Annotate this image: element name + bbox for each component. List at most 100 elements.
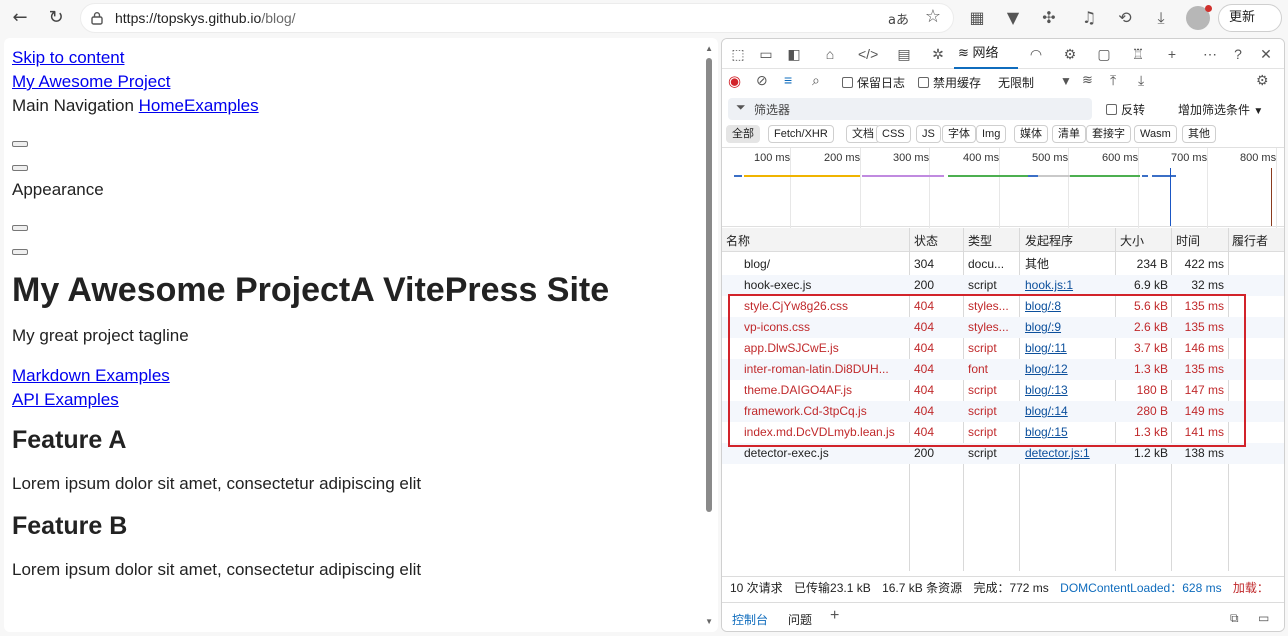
column-header[interactable]: 名称 <box>726 232 750 255</box>
extension-tab-icon[interactable]: ♖ <box>1128 44 1148 64</box>
read-aloud-icon[interactable]: aあ <box>888 9 909 28</box>
sources-bug-icon[interactable]: ✲ <box>928 44 948 64</box>
request-row[interactable]: blog/304 docu... 其他 234 B 422 ms <box>722 254 1284 275</box>
help-icon[interactable]: ? <box>1228 44 1248 64</box>
export-har-icon[interactable]: ⤓ <box>1138 72 1144 89</box>
favorite-star-icon[interactable]: ☆ <box>925 6 941 27</box>
column-header[interactable]: 类型 <box>968 232 992 255</box>
filter-toggle-icon[interactable]: ≡ <box>784 72 792 88</box>
skip-to-content-link[interactable]: Skip to content <box>12 48 124 67</box>
filter-type-button[interactable]: 字体 <box>942 125 976 143</box>
favorites-icon[interactable]: ♫ <box>1078 7 1100 29</box>
filter-input[interactable]: ⏷ 筛选器 <box>728 98 1092 120</box>
extension-grid-icon[interactable]: ▦ <box>966 7 988 29</box>
preserve-log-checkbox[interactable]: 保留日志 <box>842 74 905 91</box>
extensions-puzzle-icon[interactable]: ✣ <box>1038 7 1060 29</box>
extension-v-icon[interactable]: ▼ <box>1002 7 1024 29</box>
site-title-link[interactable]: My Awesome Project <box>12 72 170 91</box>
filter-type-button[interactable]: Fetch/XHR <box>768 125 834 143</box>
filter-type-button[interactable]: Img <box>976 125 1007 143</box>
inspect-icon[interactable]: ⬚ <box>728 44 748 64</box>
filter-type-button[interactable]: 套接字 <box>1086 125 1131 143</box>
filter-type-button[interactable]: 媒体 <box>1014 125 1048 143</box>
extra-button-stub[interactable] <box>12 249 28 255</box>
browser-toolbar: ← ↻ https://topskys.github.io/blog/ aあ ☆… <box>0 0 1288 36</box>
nav-home-link[interactable]: Home <box>139 96 184 115</box>
site-info-icon[interactable] <box>90 11 104 25</box>
memory-icon[interactable]: ⚙ <box>1060 44 1080 64</box>
nav-examples-link[interactable]: Examples <box>184 96 259 115</box>
chevron-down-icon[interactable]: ▼ <box>1060 74 1072 88</box>
elements-code-icon[interactable]: </> <box>858 44 878 64</box>
summary-resources: 16.7 kB 条资源 <box>882 581 963 595</box>
clear-icon[interactable]: ⊘ <box>756 72 768 89</box>
filter-type-button[interactable]: Wasm <box>1134 125 1177 143</box>
request-row[interactable]: hook-exec.js 200 script hook.js:1 6.9 kB 32 m… <box>722 275 1284 296</box>
scroll-down-arrow-icon[interactable]: ▼ <box>705 617 713 626</box>
filter-type-button[interactable]: 文档 <box>846 125 880 143</box>
filter-type-button[interactable]: CSS <box>876 125 911 143</box>
address-bar[interactable]: https://topskys.github.io/blog/ aあ ☆ <box>80 3 954 33</box>
request-initiator[interactable]: hook.js:1 <box>1025 275 1115 296</box>
filter-type-button[interactable]: 全部 <box>726 125 760 143</box>
checkbox-icon <box>1106 104 1117 115</box>
search-button-stub[interactable] <box>12 141 28 147</box>
column-header[interactable]: 状态 <box>914 232 938 255</box>
add-drawer-tab-icon[interactable]: + <box>830 607 839 625</box>
welcome-home-icon[interactable]: ⌂ <box>820 44 840 64</box>
record-icon[interactable]: ◉ <box>728 72 741 90</box>
import-har-icon[interactable]: ⤒ <box>1110 72 1116 89</box>
dock-sidebar-icon[interactable]: ◧ <box>784 44 804 64</box>
appearance-label: Appearance <box>12 180 104 199</box>
column-header[interactable]: 履行者 <box>1232 232 1268 255</box>
appearance-toggle-stub[interactable] <box>12 225 28 231</box>
close-devtools-icon[interactable]: ✕ <box>1256 44 1276 64</box>
history-icon[interactable]: ⟲ <box>1114 7 1136 29</box>
scroll-up-arrow-icon[interactable]: ▲ <box>705 44 713 53</box>
drawer-tab-console[interactable]: 控制台 <box>732 611 768 631</box>
markdown-examples-link[interactable]: Markdown Examples <box>12 366 170 385</box>
performance-icon[interactable]: ◠ <box>1026 44 1046 64</box>
collapse-drawer-icon[interactable]: ▭ <box>1258 611 1269 625</box>
timeline-request-bar <box>1028 175 1038 177</box>
network-overview-timeline[interactable]: 100 ms 200 ms 300 ms 400 ms 500 ms 600 ms 700 … <box>722 147 1284 228</box>
menu-button-stub[interactable] <box>12 165 28 171</box>
column-header[interactable]: 大小 <box>1120 232 1144 255</box>
back-arrow-icon[interactable]: ← <box>8 6 32 30</box>
timeline-tick-label: 300 ms <box>893 152 930 164</box>
tab-network[interactable]: ≋ 网络 <box>954 39 1018 69</box>
update-button[interactable]: 更新 <box>1218 4 1282 32</box>
feature-a-text: Lorem ipsum dolor sit amet, consectetur … <box>12 474 422 493</box>
throttle-select[interactable]: 无限制 <box>998 74 1034 91</box>
invert-checkbox[interactable]: 反转 <box>1106 101 1145 118</box>
undock-drawer-icon[interactable]: ⧉ <box>1230 611 1239 626</box>
filter-type-button[interactable]: 其他 <box>1182 125 1216 143</box>
request-name: blog/ <box>744 257 771 271</box>
downloads-icon[interactable]: ⤓ <box>1150 7 1172 29</box>
api-examples-link[interactable]: API Examples <box>12 390 119 409</box>
request-status: 304 <box>914 257 935 271</box>
refresh-icon[interactable]: ↻ <box>44 6 68 30</box>
console-icon[interactable]: ▤ <box>894 44 914 64</box>
add-tool-icon[interactable]: + <box>1162 44 1182 64</box>
timeline-tick-label: 700 ms <box>1171 152 1208 164</box>
network-settings-gear-icon[interactable]: ⚙ <box>1256 72 1269 89</box>
column-header[interactable]: 时间 <box>1176 232 1200 255</box>
more-options-icon[interactable]: ⋯ <box>1200 44 1220 64</box>
search-icon[interactable]: ⌕ <box>812 72 820 89</box>
application-icon[interactable]: ▢ <box>1094 44 1114 64</box>
timeline-request-bar <box>1070 175 1140 177</box>
timeline-gridline <box>1138 148 1139 228</box>
request-table-header: 名称 状态 类型 发起程序 大小 时间 履行者 <box>722 228 1284 255</box>
filter-type-button[interactable]: JS <box>916 125 941 143</box>
page-scrollbar[interactable] <box>706 58 712 512</box>
disable-cache-checkbox[interactable]: 禁用缓存 <box>918 74 981 91</box>
column-header[interactable]: 发起程序 <box>1025 232 1073 255</box>
feature-a-title: Feature A <box>12 426 127 454</box>
drawer-tab-issues[interactable]: 问题 <box>788 611 812 628</box>
network-conditions-icon[interactable]: ≋ <box>1082 72 1093 88</box>
more-filters-dropdown[interactable]: 增加筛选条件 ▼ <box>1178 101 1263 118</box>
profile-avatar[interactable] <box>1186 5 1212 30</box>
filter-type-button[interactable]: 清单 <box>1052 125 1086 143</box>
device-emulation-icon[interactable]: ▭ <box>756 44 776 64</box>
